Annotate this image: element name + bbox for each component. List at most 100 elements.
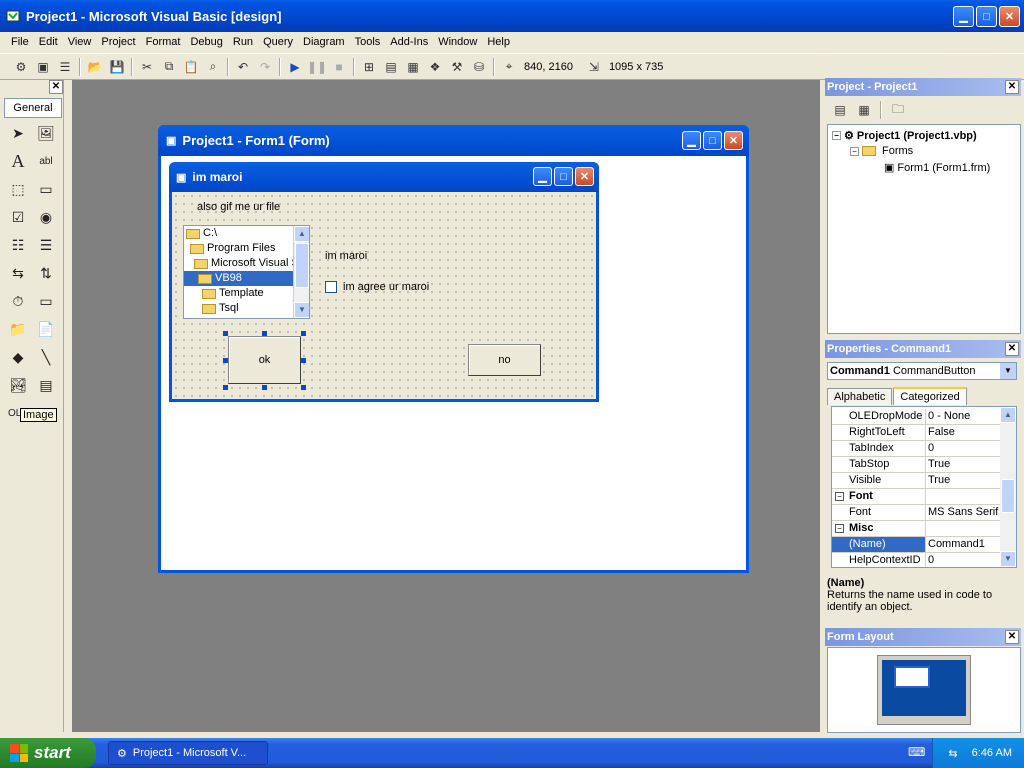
property-row[interactable]: HelpContextID 0 bbox=[832, 553, 1002, 567]
toolbox-button[interactable]: ⚒ bbox=[446, 57, 468, 77]
find-button[interactable]: ⌕ bbox=[202, 57, 224, 77]
picturebox-tool[interactable]: 🖼 bbox=[34, 122, 58, 144]
break-button[interactable]: ❚❚ bbox=[306, 57, 328, 77]
main-title-bar[interactable]: Project1 - Microsoft Visual Basic [desig… bbox=[0, 0, 1024, 32]
property-row[interactable]: TabIndex 0 bbox=[832, 441, 1002, 457]
property-category-font[interactable]: − Font bbox=[832, 489, 1002, 505]
dir-list-box[interactable]: C:\ Program Files Microsoft Visual S VB9… bbox=[183, 225, 310, 319]
maximize-button[interactable]: □ bbox=[976, 6, 997, 27]
collapse-icon[interactable]: − bbox=[850, 146, 859, 156]
scroll-down-icon[interactable]: ▼ bbox=[294, 302, 309, 318]
checkbox-tool[interactable]: ☑ bbox=[6, 206, 30, 228]
designed-form[interactable]: ▣ im maroi ▁ □ ✕ also gif me ur file C:\… bbox=[169, 162, 599, 402]
taskbar-item-vb[interactable]: ⚙ Project1 - Microsoft V... bbox=[108, 741, 268, 765]
collapse-icon[interactable]: − bbox=[835, 524, 844, 533]
form-maximize-button[interactable]: □ bbox=[554, 167, 573, 186]
optionbutton-tool[interactable]: ◉ bbox=[34, 206, 58, 228]
menu-help[interactable]: Help bbox=[482, 36, 515, 48]
menu-view[interactable]: View bbox=[63, 36, 97, 48]
form-minimize-button[interactable]: ▁ bbox=[533, 167, 552, 186]
menu-project[interactable]: Project bbox=[96, 36, 140, 48]
no-button[interactable]: no bbox=[468, 344, 541, 376]
vscrollbar-tool[interactable]: ⇅ bbox=[34, 262, 58, 284]
scroll-up-icon[interactable]: ▲ bbox=[294, 226, 309, 242]
save-project-button[interactable]: 💾 bbox=[106, 57, 128, 77]
properties-panel-title[interactable]: Properties - Command1 ✕ bbox=[825, 340, 1021, 358]
shape-tool[interactable]: ◆ bbox=[6, 346, 30, 368]
project-panel-close-button[interactable]: ✕ bbox=[1005, 80, 1019, 94]
file-label[interactable]: also gif me ur file bbox=[197, 201, 280, 213]
scroll-down-icon[interactable]: ▼ bbox=[1000, 551, 1016, 567]
menu-window[interactable]: Window bbox=[433, 36, 482, 48]
properties-window-button[interactable]: ▤ bbox=[380, 57, 402, 77]
tree-form1-node[interactable]: ▣ Form1 (Form1.frm) bbox=[884, 161, 990, 175]
start-button[interactable]: ▶ bbox=[284, 57, 306, 77]
menu-add-ins[interactable]: Add-Ins bbox=[385, 36, 433, 48]
resize-handle[interactable] bbox=[301, 331, 306, 336]
close-button[interactable]: ✕ bbox=[999, 6, 1020, 27]
ok-button[interactable]: ok bbox=[228, 336, 301, 384]
resize-handle[interactable] bbox=[223, 358, 228, 363]
dir-item[interactable]: Template bbox=[184, 286, 309, 301]
data-tool[interactable]: ▤ bbox=[34, 374, 58, 396]
menu-editor-button[interactable]: ☰ bbox=[54, 57, 76, 77]
timer-tool[interactable]: ⏱ bbox=[6, 290, 30, 312]
form-layout-button[interactable]: ▦ bbox=[402, 57, 424, 77]
scroll-thumb[interactable] bbox=[1001, 479, 1015, 513]
add-form-button[interactable]: ▣ bbox=[32, 57, 54, 77]
dir-item[interactable]: C:\ bbox=[184, 226, 309, 241]
property-category-misc[interactable]: − Misc bbox=[832, 521, 1002, 537]
project-explorer-button[interactable]: ⊞ bbox=[358, 57, 380, 77]
view-object-button[interactable]: ▦ bbox=[853, 100, 875, 120]
add-project-button[interactable]: ⚙ bbox=[10, 57, 32, 77]
commandbutton-tool[interactable]: ▭ bbox=[34, 178, 58, 200]
toolbox-tab-general[interactable]: General bbox=[4, 98, 62, 118]
property-row[interactable]: Visible True bbox=[832, 473, 1002, 489]
paste-button[interactable]: 📋 bbox=[180, 57, 202, 77]
resize-handle[interactable] bbox=[301, 385, 306, 390]
dir-item[interactable]: Microsoft Visual S bbox=[184, 256, 309, 271]
property-row[interactable]: TabStop True bbox=[832, 457, 1002, 473]
agree-checkbox[interactable]: im agree ur maroi bbox=[325, 281, 429, 293]
dir-item[interactable]: Tsql bbox=[184, 301, 309, 316]
frame-tool[interactable]: ⬚ bbox=[6, 178, 30, 200]
resize-handle[interactable] bbox=[301, 358, 306, 363]
designer-maximize-button[interactable]: □ bbox=[703, 131, 722, 150]
menu-run[interactable]: Run bbox=[228, 36, 258, 48]
toolbox-close-button[interactable]: ✕ bbox=[49, 80, 63, 94]
property-row[interactable]: OLEDropMode 0 - None bbox=[832, 409, 1002, 425]
dir-item[interactable]: Program Files bbox=[184, 241, 309, 256]
end-button[interactable]: ■ bbox=[328, 57, 350, 77]
start-button[interactable]: start bbox=[0, 738, 96, 768]
designer-minimize-button[interactable]: ▁ bbox=[682, 131, 701, 150]
maroi-label[interactable]: im maroi bbox=[325, 250, 367, 262]
cut-button[interactable]: ✂ bbox=[136, 57, 158, 77]
drivelistbox-tool[interactable]: ▭ bbox=[34, 290, 58, 312]
scroll-up-icon[interactable]: ▲ bbox=[1000, 407, 1016, 423]
collapse-icon[interactable]: − bbox=[835, 492, 844, 501]
scroll-thumb[interactable] bbox=[295, 243, 309, 288]
network-icon[interactable]: ⇆ bbox=[948, 747, 957, 760]
form-layout-panel-title[interactable]: Form Layout ✕ bbox=[825, 628, 1021, 646]
image-tool[interactable]: 🏞 bbox=[6, 374, 30, 396]
tree-project-node[interactable]: − ⚙ Project1 (Project1.vbp) bbox=[832, 129, 977, 142]
dir-scrollbar[interactable]: ▲ ▼ bbox=[293, 226, 309, 318]
menu-format[interactable]: Format bbox=[141, 36, 186, 48]
pointer-tool[interactable]: ➤ bbox=[6, 122, 30, 144]
properties-scrollbar[interactable]: ▲ ▼ bbox=[1000, 407, 1016, 567]
property-row[interactable]: Font MS Sans Serif bbox=[832, 505, 1002, 521]
chevron-down-icon[interactable]: ▼ bbox=[1000, 363, 1016, 379]
undo-button[interactable]: ↶ bbox=[232, 57, 254, 77]
resize-handle[interactable] bbox=[223, 331, 228, 336]
textbox-tool[interactable]: abl bbox=[34, 150, 58, 172]
property-row[interactable]: RightToLeft False bbox=[832, 425, 1002, 441]
resize-handle[interactable] bbox=[262, 385, 267, 390]
data-view-button[interactable]: ⛁ bbox=[468, 57, 490, 77]
property-row-selected[interactable]: (Name) Command1 bbox=[832, 537, 1002, 553]
keyboard-icon[interactable]: ⌨ bbox=[908, 745, 925, 761]
menu-query[interactable]: Query bbox=[258, 36, 298, 48]
tree-forms-node[interactable]: − Forms bbox=[850, 145, 913, 157]
combobox-tool[interactable]: ☷ bbox=[6, 234, 30, 256]
line-tool[interactable]: ╲ bbox=[34, 346, 58, 368]
clock[interactable]: 6:46 AM bbox=[972, 747, 1012, 759]
